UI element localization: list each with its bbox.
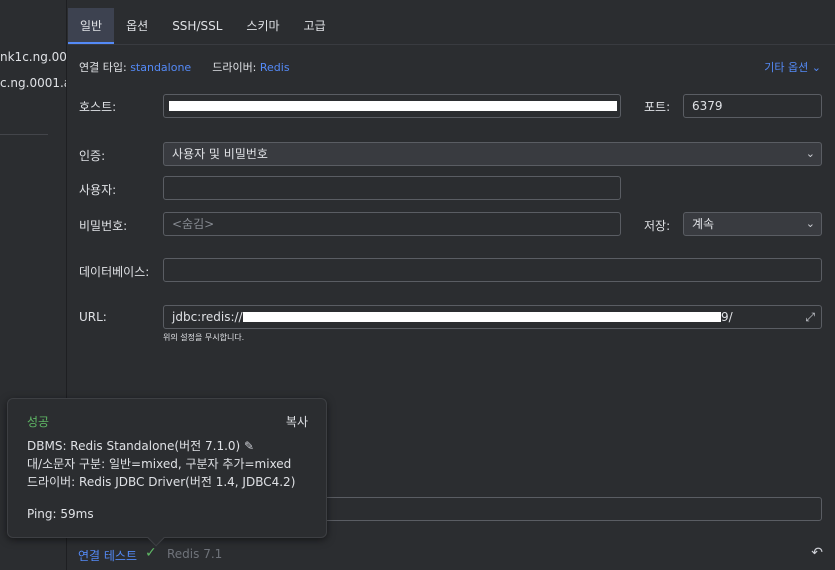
case-info: 대/소문자 구분: 일반=mixed, 구분자 추가=mixed — [27, 457, 292, 471]
test-connection-link[interactable]: 연결 테스트 — [78, 547, 137, 564]
user-input[interactable] — [163, 176, 621, 200]
password-input[interactable]: <숨김> — [163, 212, 621, 236]
auth-select[interactable]: 사용자 및 비밀번호 ⌄ — [163, 142, 822, 166]
redacted-url — [243, 312, 721, 322]
port-label: 포트: — [644, 100, 671, 114]
chevron-down-icon: ⌄ — [811, 61, 821, 74]
tab-advanced[interactable]: 고급 — [292, 8, 338, 44]
tab-general[interactable]: 일반 — [68, 8, 115, 44]
server-version: Redis 7.1 — [167, 547, 223, 561]
url-prefix: jdbc:redis:// — [172, 310, 243, 324]
check-icon: ✓ — [145, 545, 157, 561]
popup-tail — [147, 529, 165, 547]
ping-info: Ping: 59ms — [27, 507, 94, 521]
tab-divider — [68, 44, 835, 45]
password-placeholder: <숨김> — [172, 217, 215, 231]
driver-link[interactable]: Redis — [260, 61, 290, 74]
settings-tabs: 일반 옵션 SSH/SSL 스키마 고급 — [68, 8, 338, 44]
success-status: 성공 — [27, 415, 50, 429]
connection-type-link[interactable]: standalone — [130, 61, 191, 74]
save-value: 계속 — [692, 217, 715, 231]
password-label: 비밀번호: — [79, 219, 128, 233]
reset-icon[interactable]: ↶ — [811, 545, 823, 561]
host-label: 호스트: — [79, 100, 117, 114]
extra-input[interactable] — [300, 497, 822, 521]
url-suffix: 9/ — [721, 310, 733, 324]
port-input[interactable]: 6379 — [683, 94, 822, 118]
expand-icon[interactable]: ⤢ — [805, 306, 815, 328]
driver-label: 드라이버: — [212, 61, 257, 74]
tab-options[interactable]: 옵션 — [114, 8, 160, 44]
connection-list-item[interactable]: nk1c.ng.000 — [0, 50, 66, 64]
save-label: 저장: — [644, 219, 671, 233]
url-input[interactable]: jdbc:redis:// 9/ ⤢ — [163, 305, 822, 329]
connection-type-label: 연결 타입: — [79, 61, 127, 74]
more-options-link[interactable]: 기타 옵션 ⌄ — [764, 59, 821, 75]
user-label: 사용자: — [79, 183, 117, 197]
url-hint: 위의 설정을 무시합니다. — [163, 333, 245, 342]
chevron-down-icon: ⌄ — [805, 147, 815, 160]
sidebar-divider — [0, 134, 48, 135]
auth-label: 인증: — [79, 149, 106, 163]
chevron-down-icon: ⌄ — [805, 217, 815, 230]
save-select[interactable]: 계속 ⌄ — [683, 212, 822, 236]
database-input[interactable] — [163, 258, 822, 282]
redacted-host — [169, 101, 617, 111]
url-label: URL: — [79, 310, 107, 324]
auth-value: 사용자 및 비밀번호 — [172, 147, 268, 161]
connection-info: 연결 타입: standalone 드라이버: Redis — [79, 59, 290, 75]
host-input[interactable] — [163, 94, 621, 118]
connection-list-item[interactable]: c.ng.0001.a — [0, 76, 66, 90]
database-label: 데이터베이스: — [79, 265, 150, 279]
edit-icon[interactable]: ✎ — [244, 439, 254, 453]
dbms-line: DBMS: Redis Standalone(버전 7.1.0) ✎ — [27, 437, 254, 454]
test-result-popup: 성공 복사 DBMS: Redis Standalone(버전 7.1.0) ✎… — [7, 398, 327, 547]
driver-info: 드라이버: Redis JDBC Driver(버전 1.4, JDBC4.2) — [27, 475, 296, 489]
tab-schema[interactable]: 스키마 — [234, 8, 291, 44]
copy-link[interactable]: 복사 — [286, 413, 308, 430]
more-options-label: 기타 옵션 — [764, 61, 809, 74]
dbms-info: DBMS: Redis Standalone(버전 7.1.0) — [27, 439, 241, 453]
tab-ssh-ssl[interactable]: SSH/SSL — [160, 8, 234, 44]
